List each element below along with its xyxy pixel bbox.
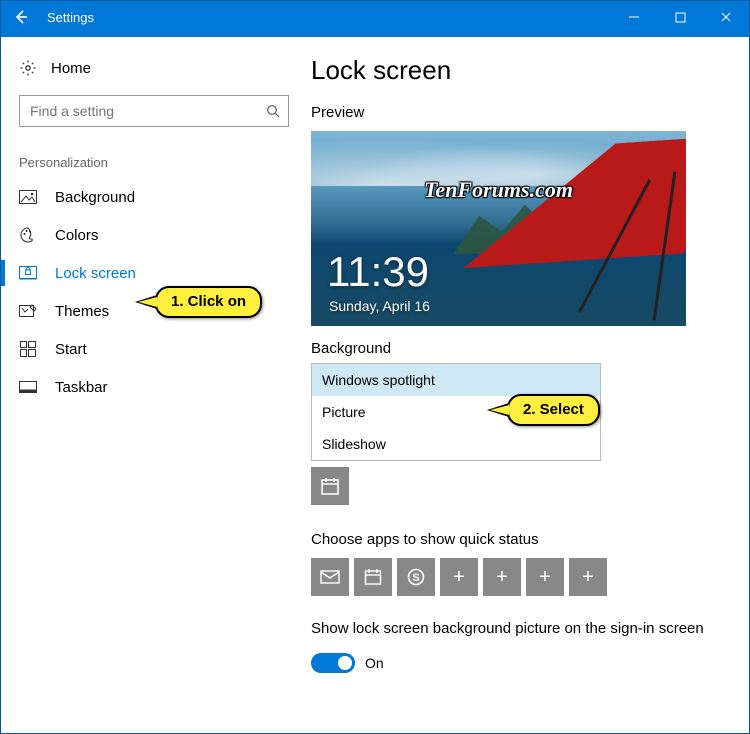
sidebar: Home Personalization Background Colors L… xyxy=(1,37,301,733)
quick-status-add-2[interactable]: + xyxy=(483,558,521,596)
taskbar-icon xyxy=(19,378,37,396)
sidebar-item-colors[interactable]: Colors xyxy=(1,216,301,254)
themes-icon xyxy=(19,302,37,320)
dropdown-option-slideshow[interactable]: Slideshow xyxy=(312,428,600,460)
preview-label: Preview xyxy=(311,104,749,121)
annotation-step1: 1. Click on xyxy=(155,286,262,318)
skype-icon: S xyxy=(406,567,426,587)
gear-icon xyxy=(19,59,37,77)
watermark-text: TenForums.com xyxy=(311,177,686,203)
lock-screen-preview: TenForums.com 11:39 Sunday, April 16 xyxy=(311,131,686,326)
sidebar-item-label: Colors xyxy=(55,227,98,244)
sidebar-item-label: Start xyxy=(55,341,87,358)
sidebar-item-taskbar[interactable]: Taskbar xyxy=(1,368,301,406)
background-label: Background xyxy=(311,340,749,357)
mail-icon xyxy=(320,570,340,584)
quick-status-calendar[interactable] xyxy=(354,558,392,596)
preview-date: Sunday, April 16 xyxy=(329,298,430,314)
sidebar-item-lock-screen[interactable]: Lock screen xyxy=(1,254,301,292)
preview-time: 11:39 xyxy=(327,248,429,296)
window-title: Settings xyxy=(41,10,94,25)
minimize-icon xyxy=(628,11,640,23)
home-nav[interactable]: Home xyxy=(1,51,301,85)
maximize-icon xyxy=(675,12,686,23)
close-icon xyxy=(720,11,732,23)
annotation-step2: 2. Select xyxy=(507,394,600,426)
home-label: Home xyxy=(51,60,91,77)
svg-text:S: S xyxy=(412,572,419,584)
quick-status-skype[interactable]: S xyxy=(397,558,435,596)
sidebar-item-start[interactable]: Start xyxy=(1,330,301,368)
minimize-button[interactable] xyxy=(611,1,657,33)
sidebar-item-label: Themes xyxy=(55,303,109,320)
quick-status-add-1[interactable]: + xyxy=(440,558,478,596)
lock-screen-icon xyxy=(19,264,37,282)
sidebar-section-label: Personalization xyxy=(1,131,301,178)
toggle-state-label: On xyxy=(365,655,384,671)
titlebar: Settings xyxy=(1,1,749,33)
quick-status-label: Choose apps to show quick status xyxy=(311,531,749,548)
calendar-tile[interactable] xyxy=(311,467,349,505)
maximize-button[interactable] xyxy=(657,1,703,33)
close-button[interactable] xyxy=(703,1,749,33)
plus-icon: + xyxy=(453,566,465,589)
search-icon xyxy=(266,104,280,118)
quick-status-mail[interactable] xyxy=(311,558,349,596)
back-button[interactable] xyxy=(1,1,41,33)
search-field[interactable] xyxy=(28,102,266,120)
calendar-icon xyxy=(320,476,340,496)
palette-icon xyxy=(19,226,37,244)
quick-status-add-4[interactable]: + xyxy=(569,558,607,596)
main-pane: Lock screen Preview TenForums.com 11:39 … xyxy=(301,37,749,733)
search-input[interactable] xyxy=(19,95,289,127)
sidebar-item-label: Background xyxy=(55,189,135,206)
dropdown-option-spotlight[interactable]: Windows spotlight xyxy=(312,364,600,396)
plus-icon: + xyxy=(496,566,508,589)
arrow-left-icon xyxy=(12,8,30,26)
start-icon xyxy=(19,340,37,358)
quick-status-add-3[interactable]: + xyxy=(526,558,564,596)
page-title: Lock screen xyxy=(311,55,749,86)
signin-bg-toggle[interactable] xyxy=(311,653,355,673)
picture-icon xyxy=(19,188,37,206)
sidebar-item-label: Lock screen xyxy=(55,265,136,282)
calendar-icon xyxy=(364,568,382,586)
plus-icon: + xyxy=(582,566,594,589)
signin-bg-label: Show lock screen background picture on t… xyxy=(311,620,749,637)
sidebar-item-background[interactable]: Background xyxy=(1,178,301,216)
sidebar-item-label: Taskbar xyxy=(55,379,108,396)
plus-icon: + xyxy=(539,566,551,589)
